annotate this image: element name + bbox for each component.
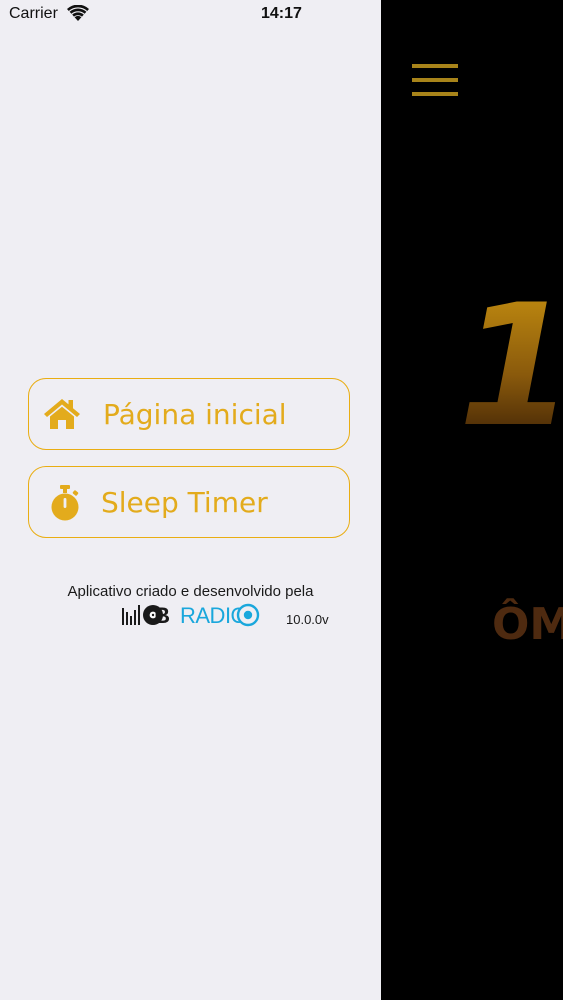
menu-button-label: Sleep Timer	[101, 486, 268, 519]
station-logo-subtitle: ÔM	[492, 599, 563, 650]
side-drawer: Carrier 14:17 Página inicial Sleep Timer…	[0, 0, 381, 1000]
mobradio-logo: OB RADIO	[121, 602, 261, 628]
clock: 14:17	[261, 5, 302, 22]
station-logo-number: 10	[458, 282, 563, 450]
brand-logo-blue-text: RADIO	[180, 603, 240, 628]
stopwatch-icon	[51, 485, 79, 521]
carrier-label: Carrier	[9, 5, 58, 22]
wifi-icon	[67, 5, 89, 21]
menu-button-label: Página inicial	[103, 398, 287, 431]
app-version: 10.0.0v	[286, 612, 329, 627]
brand-logo-dark-text: OB	[153, 603, 170, 628]
menu-button-sleep-timer[interactable]: Sleep Timer	[28, 466, 350, 538]
credit-label: Aplicativo criado e desenvolvido pela	[67, 583, 314, 600]
hamburger-menu-icon[interactable]	[411, 64, 459, 98]
menu-button-home[interactable]: Página inicial	[28, 378, 350, 450]
credit-text: Aplicativo criado e desenvolvido pela	[0, 583, 381, 600]
status-bar: Carrier 14:17	[0, 0, 381, 30]
home-icon	[44, 399, 80, 429]
